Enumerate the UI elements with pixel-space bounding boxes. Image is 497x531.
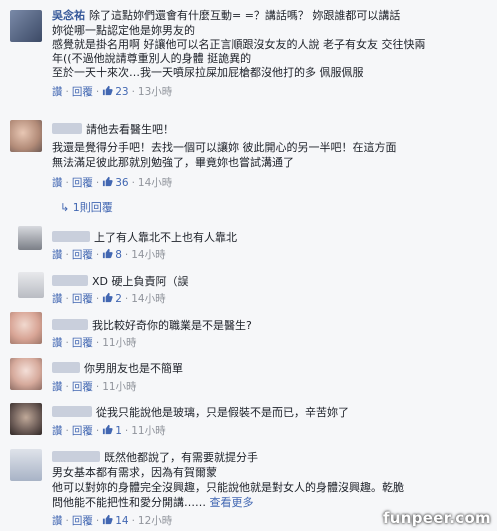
comment-meta: 讚 · 回覆 · 11小時	[52, 381, 137, 393]
comment-text-line: 我還是覺得分手吧！去找一個可以讓妳 彼此開心的另一半吧！在這方面	[52, 141, 397, 154]
like-link[interactable]: 讚	[52, 86, 63, 98]
like-link[interactable]: 讚	[52, 177, 63, 189]
like-thumb-icon[interactable]	[102, 514, 113, 525]
like-link[interactable]: 讚	[52, 515, 63, 527]
comment-text-line: 至於一天十來次…我一天噴尿拉屎加屁槍都沒他打的多 佩服佩服	[52, 66, 364, 79]
like-count[interactable]: 8	[115, 249, 122, 261]
reply-link[interactable]: 回覆	[72, 425, 93, 437]
timestamp[interactable]: 13小時	[138, 86, 172, 98]
comment-meta: 讚 · 回覆 · 36 · 14小時	[52, 176, 173, 189]
like-link[interactable]: 讚	[52, 425, 63, 437]
like-thumb-icon[interactable]	[102, 176, 113, 187]
avatar[interactable]	[18, 272, 44, 298]
avatar[interactable]	[10, 10, 42, 42]
timestamp[interactable]: 11小時	[131, 425, 165, 437]
comment-text-line: 上了有人靠北不上也有人靠北	[94, 231, 237, 244]
comment-text-line: 感覺就是掛名用啊 好讓他可以名正言順跟沒女友的人說 老子有女友 交往快兩	[52, 38, 426, 51]
timestamp[interactable]: 11小時	[102, 337, 136, 349]
avatar[interactable]	[10, 312, 42, 344]
blurred-author-name[interactable]	[52, 275, 88, 286]
like-count[interactable]: 14	[115, 515, 128, 527]
comment-text-line: 從我只能說他是玻璃，只是假裝不是而已，辛苦妳了	[96, 406, 349, 419]
avatar[interactable]	[10, 403, 42, 435]
replies-count: 1則回覆	[72, 201, 113, 214]
blurred-author-name[interactable]	[52, 123, 82, 134]
reply-link[interactable]: 回覆	[72, 381, 93, 393]
like-count[interactable]: 2	[115, 293, 122, 305]
comment-meta: 讚 · 回覆 · 11小時	[52, 337, 137, 349]
site-watermark: funpeer.com	[382, 509, 491, 527]
like-link[interactable]: 讚	[52, 381, 63, 393]
comment-meta: 讚 · 回覆 · 2 · 14小時	[52, 292, 166, 305]
avatar[interactable]	[10, 120, 42, 152]
comment-text-line: 問他能不能把性和愛分開講……	[52, 496, 206, 509]
comment-text-line: 無法滿足彼此那就別勉強了，畢竟妳也嘗試溝通了	[52, 156, 294, 169]
blurred-author-name[interactable]	[52, 231, 90, 242]
comment-text-line: 他可以對妳的身體完全沒興趣，只能說他就是對女人的身體沒興趣。乾脆	[52, 481, 404, 494]
comment-meta: 讚 · 回覆 · 1 · 11小時	[52, 424, 166, 437]
comment-text-line: XD 硬上負責阿（誤	[92, 275, 189, 288]
comment-text-line: 既然他都說了，有需要就提分手	[104, 451, 258, 464]
timestamp[interactable]: 14小時	[131, 249, 165, 261]
avatar[interactable]	[18, 226, 42, 250]
blurred-author-name[interactable]	[52, 451, 100, 462]
comment-text-line: 除了這點妳們還會有什麼互動= =？講話嗎？ 妳跟誰都可以講話	[89, 9, 401, 22]
reply-link[interactable]: 回覆	[72, 293, 93, 305]
like-thumb-icon[interactable]	[102, 85, 113, 96]
comment-text-line: 年((不過他說請尊重別人的身體 挺詭異的	[52, 52, 252, 65]
comment-text-line: 妳從哪一點認定他是妳男友的	[52, 24, 195, 37]
timestamp[interactable]: 14小時	[131, 293, 165, 305]
comment-text-line: 你男朋友也是不簡單	[84, 362, 183, 375]
reply-link[interactable]: 回覆	[72, 337, 93, 349]
like-thumb-icon[interactable]	[102, 292, 113, 303]
comment-author[interactable]: 吳念祐	[52, 9, 85, 22]
blurred-author-name[interactable]	[52, 319, 88, 330]
like-link[interactable]: 讚	[52, 249, 63, 261]
see-more-link[interactable]: 查看更多	[210, 496, 254, 509]
reply-arrow-icon: ↳	[60, 201, 73, 214]
reply-link[interactable]: 回覆	[72, 177, 93, 189]
like-thumb-icon[interactable]	[102, 248, 113, 259]
reply-link[interactable]: 回覆	[72, 249, 93, 261]
avatar[interactable]	[10, 449, 42, 481]
like-link[interactable]: 讚	[52, 337, 63, 349]
comment-text-line: 請他去看醫生吧！	[86, 123, 174, 136]
comment-text-line: 男女基本都有需求，因為有賀爾蒙	[52, 466, 217, 479]
comment-meta: 讚 · 回覆 · 14 · 12小時	[52, 514, 173, 527]
blurred-author-name[interactable]	[52, 362, 80, 373]
timestamp[interactable]: 14小時	[138, 177, 172, 189]
reply-link[interactable]: 回覆	[72, 86, 93, 98]
reply-link[interactable]: 回覆	[72, 515, 93, 527]
like-count[interactable]: 36	[115, 177, 128, 189]
like-count[interactable]: 23	[115, 86, 128, 98]
timestamp[interactable]: 12小時	[138, 515, 172, 527]
like-link[interactable]: 讚	[52, 293, 63, 305]
like-thumb-icon[interactable]	[102, 424, 113, 435]
blurred-author-name[interactable]	[52, 406, 92, 417]
comment-text-line: 我比較好奇你的職業是不是醫生?	[92, 319, 252, 332]
comment-meta: 讚 · 回覆 · 23 · 13小時	[52, 85, 173, 98]
avatar[interactable]	[10, 358, 42, 390]
view-replies-link[interactable]: ↳ 1則回覆	[60, 199, 113, 215]
like-count[interactable]: 1	[115, 425, 122, 437]
comment-meta: 讚 · 回覆 · 8 · 14小時	[52, 248, 166, 261]
timestamp[interactable]: 11小時	[102, 381, 136, 393]
